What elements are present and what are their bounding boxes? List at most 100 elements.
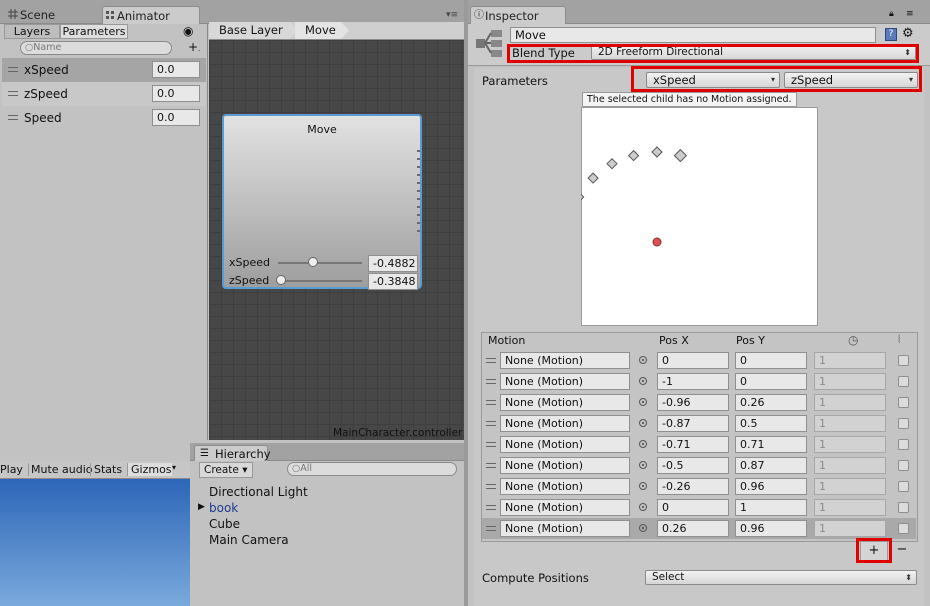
drag-handle-icon[interactable]: [486, 484, 496, 489]
posy-input[interactable]: 0.71: [735, 436, 807, 453]
breadcrumb-move[interactable]: Move: [295, 22, 349, 39]
drag-handle-icon[interactable]: [8, 67, 18, 72]
motion-row[interactable]: None (Motion) 0.26 0.96 1: [482, 518, 916, 539]
object-picker-icon[interactable]: [639, 440, 647, 448]
settings-gear-icon[interactable]: ⚙: [902, 26, 914, 41]
motion-field[interactable]: None (Motion): [500, 394, 630, 411]
hierarchy-item[interactable]: Main Camera: [209, 533, 289, 547]
drag-handle-icon[interactable]: [486, 379, 496, 384]
drag-handle-icon[interactable]: [486, 400, 496, 405]
posx-input[interactable]: -0.87: [657, 415, 729, 432]
motion-row[interactable]: None (Motion) -0.96 0.26 1: [482, 392, 916, 413]
tab-inspector[interactable]: ⓘ Inspector: [470, 6, 566, 24]
posy-input[interactable]: 0.5: [735, 415, 807, 432]
motion-row[interactable]: None (Motion) -1 0 1: [482, 371, 916, 392]
param-row[interactable]: zSpeed 0.0: [2, 82, 206, 106]
motion-row[interactable]: None (Motion) 0 0 1: [482, 350, 916, 371]
motion-field[interactable]: None (Motion): [500, 457, 630, 474]
motion-point[interactable]: [627, 149, 640, 162]
lock-icon[interactable]: 🔒︎: [889, 9, 894, 19]
param-value-input[interactable]: 0.0: [152, 85, 200, 102]
drag-handle-icon[interactable]: [486, 463, 496, 468]
posx-input[interactable]: -0.96: [657, 394, 729, 411]
tab-animator[interactable]: Animator: [102, 6, 200, 24]
node-slider-track[interactable]: [278, 262, 362, 264]
posx-input[interactable]: -1: [657, 373, 729, 390]
blend-origin-point[interactable]: [652, 237, 662, 247]
mirror-checkbox[interactable]: [898, 376, 909, 387]
param-y-dropdown[interactable]: zSpeed ▾: [784, 72, 918, 88]
blend-space-plot[interactable]: [581, 107, 818, 326]
object-picker-icon[interactable]: [639, 377, 647, 385]
mirror-checkbox[interactable]: [898, 460, 909, 471]
node-slider-track[interactable]: [278, 280, 362, 282]
gizmos-button[interactable]: Gizmos: [127, 463, 172, 476]
posy-input[interactable]: 0.26: [735, 394, 807, 411]
posx-input[interactable]: 0: [657, 499, 729, 516]
motion-field[interactable]: None (Motion): [500, 499, 630, 516]
object-picker-icon[interactable]: [639, 398, 647, 406]
motion-row[interactable]: None (Motion) 0 1 1: [482, 497, 916, 518]
hierarchy-create-button[interactable]: Create ▾: [199, 462, 253, 478]
hierarchy-item[interactable]: book: [209, 501, 238, 515]
drag-handle-icon[interactable]: [486, 358, 496, 363]
posx-input[interactable]: -0.26: [657, 478, 729, 495]
subtab-parameters[interactable]: Parameters: [60, 24, 128, 39]
motion-field[interactable]: None (Motion): [500, 520, 630, 537]
motion-point[interactable]: [651, 146, 663, 158]
mute-audio-button[interactable]: Mute audio: [28, 463, 93, 476]
subtab-layers[interactable]: Layers: [4, 24, 60, 39]
node-slider-value[interactable]: -0.3848: [368, 273, 418, 290]
posy-input[interactable]: 0: [735, 352, 807, 369]
motion-field[interactable]: None (Motion): [500, 436, 630, 453]
tab-scene[interactable]: Scene: [6, 6, 96, 24]
motion-point[interactable]: [673, 148, 688, 163]
mirror-checkbox[interactable]: [898, 502, 909, 513]
mirror-checkbox[interactable]: [898, 418, 909, 429]
posx-input[interactable]: -0.71: [657, 436, 729, 453]
object-picker-icon[interactable]: [639, 503, 647, 511]
pane-menu-icon[interactable]: ▾≡: [446, 10, 458, 20]
hierarchy-item[interactable]: Cube: [209, 517, 240, 531]
blend-tree-node[interactable]: Move xSpeed -0.4882 zSpeed -0.3848: [222, 114, 422, 290]
motion-row[interactable]: None (Motion) -0.87 0.5 1: [482, 413, 916, 434]
posy-input[interactable]: 0.87: [735, 457, 807, 474]
expand-arrow-icon[interactable]: ▶: [198, 502, 205, 512]
breadcrumb-base-layer[interactable]: Base Layer: [209, 22, 297, 39]
motion-row[interactable]: None (Motion) -0.71 0.71 1: [482, 434, 916, 455]
motion-row[interactable]: None (Motion) -0.26 0.96 1: [482, 476, 916, 497]
object-picker-icon[interactable]: [639, 419, 647, 427]
posx-input[interactable]: 0: [657, 352, 729, 369]
remove-motion-button[interactable]: −: [892, 541, 912, 561]
gizmos-dropdown-icon[interactable]: ▾: [172, 463, 176, 472]
motion-field[interactable]: None (Motion): [500, 373, 630, 390]
tab-hierarchy[interactable]: ☰ Hierarchy: [194, 445, 271, 462]
motion-field[interactable]: None (Motion): [500, 415, 630, 432]
motion-field[interactable]: None (Motion): [500, 352, 630, 369]
motion-point[interactable]: [587, 172, 599, 184]
game-view[interactable]: [0, 479, 190, 606]
stats-button[interactable]: Stats: [90, 463, 122, 476]
node-slider-thumb[interactable]: [308, 257, 318, 267]
drag-handle-icon[interactable]: [486, 505, 496, 510]
posy-input[interactable]: 0.96: [735, 478, 807, 495]
add-param-button[interactable]: +.: [188, 40, 200, 54]
drag-handle-icon[interactable]: [486, 421, 496, 426]
drag-handle-icon[interactable]: [8, 115, 18, 120]
motion-field[interactable]: None (Motion): [500, 478, 630, 495]
mirror-checkbox[interactable]: [898, 397, 909, 408]
compute-positions-dropdown[interactable]: Select ⬍: [645, 570, 917, 585]
motion-point[interactable]: [581, 192, 585, 202]
add-motion-button[interactable]: +: [860, 541, 888, 561]
motion-point[interactable]: [606, 157, 618, 170]
object-picker-icon[interactable]: [639, 356, 647, 364]
param-search-input[interactable]: ○Name: [20, 41, 172, 55]
motion-row[interactable]: None (Motion) -0.5 0.87 1: [482, 455, 916, 476]
hierarchy-item[interactable]: Directional Light: [209, 485, 308, 499]
play-button[interactable]: Play: [0, 463, 23, 476]
posx-input[interactable]: -0.5: [657, 457, 729, 474]
param-x-dropdown[interactable]: xSpeed ▾: [646, 72, 780, 88]
posy-input[interactable]: 1: [735, 499, 807, 516]
posx-input[interactable]: 0.26: [657, 520, 729, 537]
param-value-input[interactable]: 0.0: [152, 109, 200, 126]
